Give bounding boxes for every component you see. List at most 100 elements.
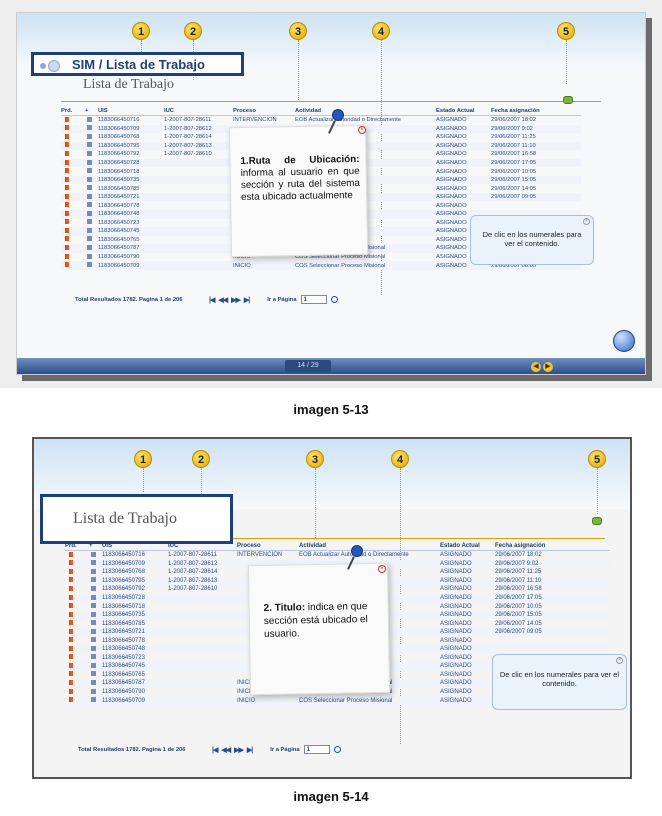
document-icon bbox=[91, 551, 96, 557]
col-header-estado[interactable]: Estado Actual bbox=[436, 108, 491, 114]
document-icon bbox=[87, 210, 92, 216]
document-icon-cell bbox=[89, 577, 102, 584]
col-header-iuc[interactable]: IUC bbox=[164, 108, 233, 114]
cell-fecha: 29/06/2007 16:58 bbox=[495, 586, 542, 593]
numeral-badge-4[interactable]: 4 bbox=[391, 450, 409, 468]
document-icon bbox=[87, 202, 92, 208]
priority-flag-icon-cell bbox=[65, 577, 89, 584]
prev-arrow-icon[interactable]: ◀ bbox=[531, 362, 541, 372]
annotation-note: 1.Ruta de Ubicación: informa al usuario … bbox=[228, 124, 369, 258]
col-header-actividad[interactable]: Actividad bbox=[299, 543, 440, 549]
cell-fecha: 29/06/2007 15:05 bbox=[491, 177, 537, 184]
next-page-button[interactable]: ▶▶ bbox=[231, 296, 241, 304]
numeral-badge-3[interactable]: 3 bbox=[306, 450, 324, 468]
table-row[interactable]: 1183066450716 1-2007-807-28611 INTERVENCIO… bbox=[65, 551, 610, 560]
col-header-fecha[interactable]: Fecha asignación bbox=[491, 108, 551, 114]
cell-uis: 1183066450748 bbox=[102, 646, 145, 653]
bubble-close-icon[interactable]: × bbox=[616, 657, 623, 664]
refresh-icon[interactable] bbox=[563, 96, 573, 104]
goto-page-input[interactable]: 1 bbox=[300, 295, 327, 304]
document-icon bbox=[87, 159, 92, 165]
numeral-badge-2[interactable]: 2 bbox=[184, 22, 202, 40]
table-row[interactable]: 1183066450716 1-2007-807-28611 INTERVENCIO… bbox=[61, 116, 581, 125]
first-page-button[interactable]: |◀ bbox=[212, 746, 218, 754]
cell-uis: 1183066450790 bbox=[102, 689, 145, 696]
col-header-actividad[interactable]: Actividad bbox=[295, 108, 436, 114]
cell-uis: 1183066450765 bbox=[98, 236, 140, 243]
col-header-fecha[interactable]: Fecha asignación bbox=[495, 543, 555, 549]
cell-iuc: 1-2007-807-28614 bbox=[168, 569, 218, 576]
cell-uis: 1183066450785 bbox=[98, 185, 140, 192]
priority-flag-icon bbox=[65, 133, 69, 139]
numeral-badge-4[interactable]: 4 bbox=[372, 22, 390, 40]
cell-estado: ASIGNADO bbox=[440, 612, 472, 619]
numeral-badge-2[interactable]: 2 bbox=[192, 450, 210, 468]
document-icon-cell bbox=[89, 594, 102, 602]
guide-line-1 bbox=[143, 468, 144, 492]
document-icon-cell bbox=[85, 125, 98, 132]
col-header-estado[interactable]: Estado Actual bbox=[440, 543, 495, 549]
last-page-button[interactable]: ▶| bbox=[244, 296, 250, 304]
col-header-uis[interactable]: UIS bbox=[98, 108, 164, 114]
bubble-close-icon[interactable]: × bbox=[583, 218, 590, 225]
cell-iuc: 1-2007-807-28610 bbox=[164, 151, 212, 158]
search-icon[interactable] bbox=[333, 746, 341, 753]
col-header-iuc[interactable]: IUC bbox=[168, 543, 237, 549]
col-header-plus[interactable]: + bbox=[89, 543, 102, 549]
note-close-icon[interactable]: × bbox=[378, 565, 386, 573]
prev-page-button[interactable]: ◀◀ bbox=[221, 746, 231, 754]
col-header-prd[interactable]: Prd. bbox=[61, 108, 85, 114]
document-icon bbox=[87, 116, 92, 122]
globe-icon[interactable] bbox=[613, 330, 635, 352]
guide-line-1 bbox=[141, 40, 142, 52]
priority-flag-icon bbox=[69, 603, 73, 609]
cell-proceso: INICIO bbox=[237, 697, 256, 704]
priority-flag-icon-cell bbox=[61, 219, 85, 226]
priority-flag-icon-cell bbox=[61, 150, 85, 158]
numeral-badge-5[interactable]: 5 bbox=[557, 22, 575, 40]
col-header-prd[interactable]: Prd. bbox=[65, 543, 89, 549]
cell-uis: 1183066450787 bbox=[98, 245, 140, 252]
refresh-icon[interactable] bbox=[592, 517, 602, 525]
cell-proceso: INICIO bbox=[233, 262, 251, 269]
col-header-uis[interactable]: UIS bbox=[102, 543, 168, 549]
help-bubble-text: De clic en los numerales para ver el con… bbox=[499, 670, 620, 688]
document-icon bbox=[91, 594, 96, 600]
numeral-badge-3[interactable]: 3 bbox=[289, 22, 307, 40]
priority-flag-icon-cell bbox=[61, 168, 85, 175]
priority-flag-icon-cell bbox=[61, 133, 85, 141]
priority-flag-icon-cell bbox=[61, 253, 85, 261]
document-icon-cell bbox=[85, 168, 98, 175]
cell-fecha: 29/06/2007 09:05 bbox=[495, 629, 542, 636]
col-header-plus[interactable]: + bbox=[85, 108, 98, 114]
document-icon bbox=[87, 193, 92, 199]
document-icon bbox=[87, 227, 92, 233]
last-page-button[interactable]: ▶| bbox=[247, 746, 253, 754]
next-page-button[interactable]: ▶▶ bbox=[234, 746, 244, 754]
numeral-badge-1[interactable]: 1 bbox=[134, 450, 152, 468]
col-header-proceso[interactable]: Proceso bbox=[237, 543, 299, 549]
col-header-proceso[interactable]: Proceso bbox=[233, 108, 295, 114]
document-icon bbox=[91, 568, 96, 574]
cell-uis: 1183066450709 bbox=[98, 125, 140, 132]
document-icon bbox=[91, 688, 96, 694]
first-page-button[interactable]: |◀ bbox=[209, 296, 215, 304]
cell-uis: 1183066450795 bbox=[98, 142, 140, 149]
cell-proceso: INTERVENCION bbox=[237, 552, 283, 559]
table-header: Prd. + UIS IUC Proceso Actividad Estado … bbox=[61, 108, 581, 116]
priority-flag-icon-cell bbox=[65, 671, 89, 678]
cell-estado: ASIGNADO bbox=[436, 142, 467, 149]
caption-1: imagen 5-13 bbox=[293, 402, 369, 417]
numeral-badge-1[interactable]: 1 bbox=[132, 22, 150, 40]
goto-page-input[interactable]: 1 bbox=[303, 745, 330, 754]
cell-estado: ASIGNADO bbox=[440, 569, 472, 576]
next-arrow-icon[interactable]: ▶ bbox=[543, 362, 553, 372]
priority-flag-icon-cell bbox=[61, 227, 85, 235]
prev-page-button[interactable]: ◀◀ bbox=[218, 296, 228, 304]
note-close-icon[interactable]: × bbox=[358, 126, 366, 134]
numeral-badge-5[interactable]: 5 bbox=[588, 450, 606, 468]
page-subtitle: Lista de Trabajo bbox=[83, 77, 174, 92]
search-icon[interactable] bbox=[330, 296, 338, 303]
cell-uis: 1183066450718 bbox=[102, 603, 145, 610]
priority-flag-icon-cell bbox=[61, 193, 85, 201]
